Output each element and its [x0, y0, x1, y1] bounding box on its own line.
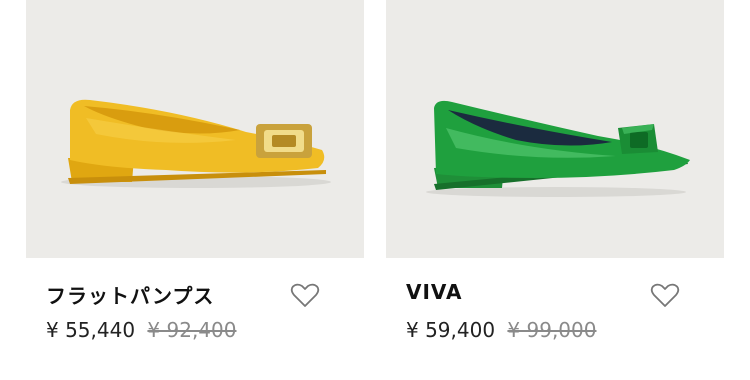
- original-price: ¥ 99,000: [507, 318, 597, 342]
- product-card[interactable]: VIVA ¥ 59,400 ¥ 99,000: [386, 0, 724, 342]
- heart-outline-icon[interactable]: [650, 282, 680, 308]
- original-price: ¥ 92,400: [147, 318, 237, 342]
- product-name[interactable]: VIVA: [406, 280, 463, 304]
- green-pointed-flat-image: [426, 100, 690, 197]
- sale-price: ¥ 59,400: [406, 318, 496, 342]
- product-card[interactable]: フラットパンプス ¥ 55,440 ¥ 92,400: [26, 0, 364, 342]
- price-row: ¥ 55,440 ¥ 92,400: [46, 318, 236, 342]
- product-name[interactable]: フラットパンプス: [46, 280, 214, 309]
- sale-price: ¥ 55,440: [46, 318, 136, 342]
- product-image[interactable]: [386, 0, 724, 258]
- price-row: ¥ 59,400 ¥ 99,000: [406, 318, 596, 342]
- product-grid: フラットパンプス ¥ 55,440 ¥ 92,400 VIVA ¥ 59,400…: [0, 0, 750, 380]
- heart-outline-icon[interactable]: [290, 282, 320, 308]
- yellow-flat-pump-image: [61, 99, 331, 188]
- product-image[interactable]: [26, 0, 364, 258]
